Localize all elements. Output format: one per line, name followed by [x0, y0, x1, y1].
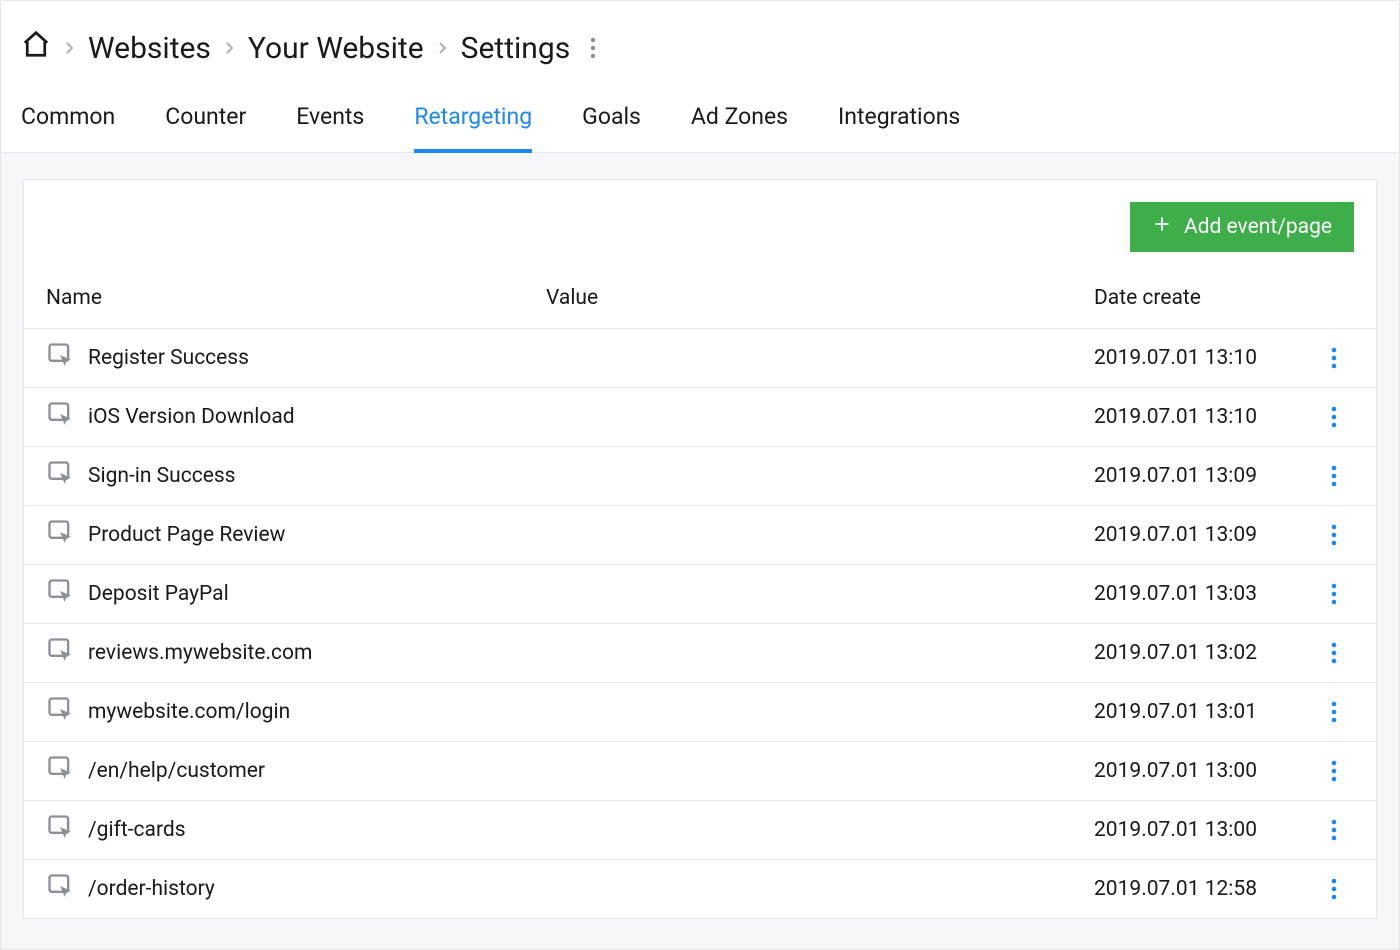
table-row[interactable]: Deposit PayPal 2019.07.01 13:03	[24, 565, 1376, 624]
row-name-label: iOS Version Download	[88, 405, 295, 429]
tab-integrations[interactable]: Integrations	[838, 103, 960, 152]
table-body: Register Success2019.07.01 13:10iOS Vers…	[24, 329, 1376, 918]
breadcrumb-websites[interactable]: Websites	[88, 31, 211, 66]
table-header: Name Value Date create	[24, 286, 1376, 329]
page-cursor-icon	[46, 459, 74, 493]
row-actions-menu[interactable]	[1314, 701, 1354, 723]
card-header: Add event/page	[24, 180, 1376, 286]
more-vertical-icon[interactable]	[590, 36, 596, 60]
row-name-cell: Product Page Review	[46, 518, 546, 552]
page-cursor-icon	[46, 577, 74, 611]
row-date-cell: 2019.07.01 13:03	[1094, 582, 1314, 606]
row-name-cell: reviews.mywebsite.com	[46, 636, 546, 670]
row-date-cell: 2019.07.01 12:58	[1094, 877, 1314, 901]
chevron-right-icon	[438, 41, 447, 55]
column-header-name: Name	[46, 286, 546, 310]
row-date-cell: 2019.07.01 13:01	[1094, 700, 1314, 724]
table-row[interactable]: iOS Version Download 2019.07.01 13:10	[24, 388, 1376, 447]
table-row[interactable]: /en/help/customer 2019.07.01 13:00	[24, 742, 1376, 801]
tab-common[interactable]: Common	[21, 103, 115, 152]
page-cursor-icon	[46, 813, 74, 847]
chevron-right-icon	[225, 41, 234, 55]
table-row[interactable]: Sign-in Success 2019.07.01 13:09	[24, 447, 1376, 506]
row-name-label: Deposit PayPal	[88, 582, 229, 606]
page-cursor-icon	[46, 754, 74, 788]
row-name-label: /gift-cards	[88, 818, 186, 842]
row-actions-menu[interactable]	[1314, 878, 1354, 900]
breadcrumb: Websites Your Website Settings	[21, 29, 1379, 67]
tab-adzones[interactable]: Ad Zones	[691, 103, 788, 152]
row-date-cell: 2019.07.01 13:10	[1094, 405, 1314, 429]
row-name-label: Register Success	[88, 346, 249, 370]
row-name-label: Product Page Review	[88, 523, 285, 547]
row-name-label: mywebsite.com/login	[88, 700, 290, 724]
home-icon[interactable]	[21, 29, 51, 67]
row-actions-menu[interactable]	[1314, 524, 1354, 546]
row-date-cell: 2019.07.01 13:10	[1094, 346, 1314, 370]
row-actions-menu[interactable]	[1314, 406, 1354, 428]
settings-tabs: Common Counter Events Retargeting Goals …	[21, 103, 1379, 152]
tab-counter[interactable]: Counter	[165, 103, 246, 152]
breadcrumb-your-website[interactable]: Your Website	[248, 31, 424, 66]
row-name-label: Sign-in Success	[88, 464, 236, 488]
row-name-cell: Sign-in Success	[46, 459, 546, 493]
row-actions-menu[interactable]	[1314, 465, 1354, 487]
column-header-actions	[1314, 286, 1354, 310]
row-name-label: reviews.mywebsite.com	[88, 641, 312, 665]
page-cursor-icon	[46, 872, 74, 906]
content-area: Add event/page Name Value Date create Re…	[1, 153, 1399, 949]
page-cursor-icon	[46, 341, 74, 375]
breadcrumb-settings[interactable]: Settings	[461, 31, 571, 66]
row-name-cell: /gift-cards	[46, 813, 546, 847]
row-name-cell: Register Success	[46, 341, 546, 375]
table-row[interactable]: reviews.mywebsite.com 2019.07.01 13:02	[24, 624, 1376, 683]
row-date-cell: 2019.07.01 13:09	[1094, 523, 1314, 547]
row-date-cell: 2019.07.01 13:00	[1094, 818, 1314, 842]
table-row[interactable]: /order-history 2019.07.01 12:58	[24, 860, 1376, 918]
page-wrapper: Websites Your Website Settings Common Co…	[0, 0, 1400, 950]
row-actions-menu[interactable]	[1314, 819, 1354, 841]
row-date-cell: 2019.07.01 13:09	[1094, 464, 1314, 488]
tab-retargeting[interactable]: Retargeting	[414, 103, 532, 152]
table-row[interactable]: mywebsite.com/login 2019.07.01 13:01	[24, 683, 1376, 742]
page-cursor-icon	[46, 695, 74, 729]
events-table: Name Value Date create Register Success 2…	[24, 286, 1376, 918]
row-date-cell: 2019.07.01 13:00	[1094, 759, 1314, 783]
row-name-cell: /en/help/customer	[46, 754, 546, 788]
tab-events[interactable]: Events	[296, 103, 364, 152]
table-row[interactable]: Register Success 2019.07.01 13:10	[24, 329, 1376, 388]
add-event-page-button[interactable]: Add event/page	[1130, 202, 1354, 252]
row-date-cell: 2019.07.01 13:02	[1094, 641, 1314, 665]
page-cursor-icon	[46, 518, 74, 552]
row-actions-menu[interactable]	[1314, 642, 1354, 664]
row-name-label: /order-history	[88, 877, 215, 901]
retargeting-card: Add event/page Name Value Date create Re…	[23, 179, 1377, 919]
chevron-right-icon	[65, 41, 74, 55]
row-name-cell: Deposit PayPal	[46, 577, 546, 611]
header-bar: Websites Your Website Settings Common Co…	[1, 1, 1399, 153]
row-actions-menu[interactable]	[1314, 760, 1354, 782]
plus-icon	[1152, 214, 1172, 240]
row-name-label: /en/help/customer	[88, 759, 265, 783]
row-actions-menu[interactable]	[1314, 347, 1354, 369]
page-cursor-icon	[46, 400, 74, 434]
column-header-date: Date create	[1094, 286, 1314, 310]
row-actions-menu[interactable]	[1314, 583, 1354, 605]
row-name-cell: /order-history	[46, 872, 546, 906]
table-row[interactable]: Product Page Review 2019.07.01 13:09	[24, 506, 1376, 565]
column-header-value: Value	[546, 286, 1094, 310]
tab-goals[interactable]: Goals	[582, 103, 641, 152]
add-event-page-label: Add event/page	[1184, 215, 1332, 239]
row-name-cell: mywebsite.com/login	[46, 695, 546, 729]
row-name-cell: iOS Version Download	[46, 400, 546, 434]
page-cursor-icon	[46, 636, 74, 670]
table-row[interactable]: /gift-cards 2019.07.01 13:00	[24, 801, 1376, 860]
